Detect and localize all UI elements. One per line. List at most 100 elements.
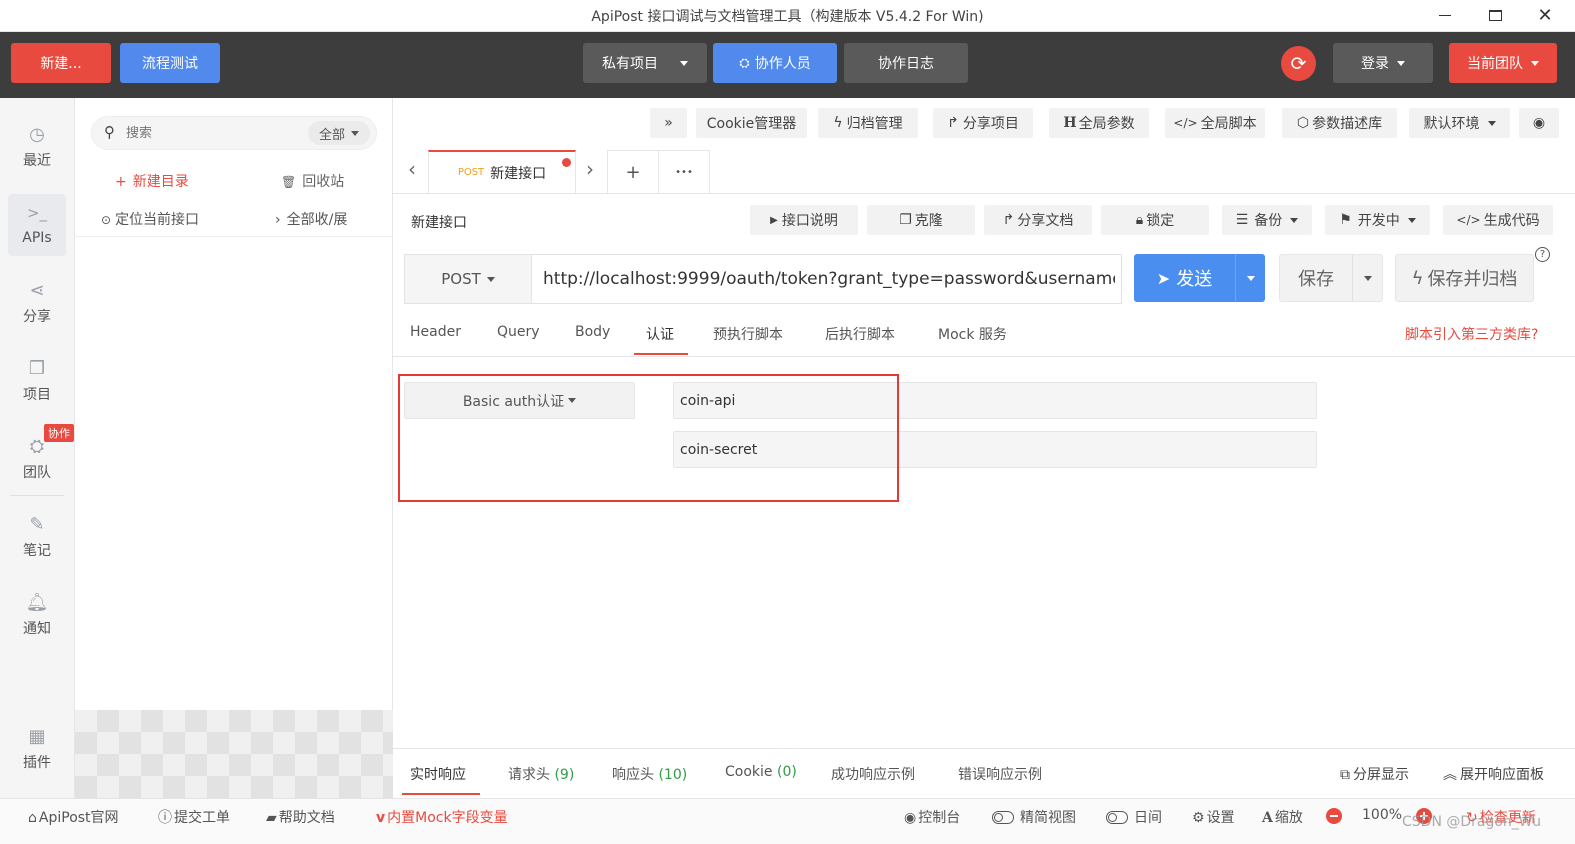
tab-error-example[interactable]: 错误响应示例 bbox=[958, 764, 1042, 784]
flag-icon: ⚑ bbox=[1339, 212, 1352, 228]
global-script-button[interactable]: </> 全局脚本 bbox=[1165, 108, 1265, 138]
status-dropdown[interactable]: ⚑ 开发中 bbox=[1325, 205, 1430, 235]
search-input[interactable] bbox=[126, 123, 296, 143]
tab-header[interactable]: Header bbox=[410, 324, 461, 340]
zoom-out-button[interactable] bbox=[1326, 808, 1342, 824]
backup-dropdown[interactable]: ☰ 备份 bbox=[1222, 205, 1312, 235]
share-arrow-icon: ↱ bbox=[947, 115, 959, 131]
collaborators-button[interactable]: ⛭ 协作人员 bbox=[713, 43, 837, 83]
api-name: 新建接口 bbox=[411, 215, 467, 231]
collapse-all-button[interactable]: › 全部收/展 bbox=[275, 209, 347, 229]
sync-button[interactable]: ⟳ bbox=[1281, 46, 1316, 81]
plus-icon: + bbox=[115, 174, 127, 190]
url-bar: POST bbox=[404, 254, 1122, 304]
tab-body[interactable]: Body bbox=[575, 324, 610, 340]
tab-new-api[interactable]: POST 新建接口 bbox=[428, 150, 576, 193]
tab-request-headers[interactable]: 请求头 (9) bbox=[508, 764, 574, 784]
cookie-manager-button[interactable]: Cookie管理器 bbox=[696, 108, 807, 138]
tab-next-button[interactable]: › bbox=[580, 157, 600, 181]
help-icon[interactable]: ? bbox=[1535, 247, 1550, 262]
trash-icon: 🗑︎ bbox=[281, 175, 297, 189]
tab-prev-button[interactable]: ‹ bbox=[402, 157, 422, 181]
new-button[interactable]: 新建... bbox=[11, 43, 111, 83]
collab-log-button[interactable]: 协作日志 bbox=[844, 43, 968, 83]
add-tab-button[interactable]: + bbox=[607, 150, 659, 193]
nav-plugins[interactable]: ▦ 插件 bbox=[8, 718, 66, 780]
caret-right-icon: ▶ bbox=[770, 214, 778, 226]
tab-response-headers[interactable]: 响应头 (10) bbox=[612, 764, 687, 784]
window-title-bar: ApiPost 接口调试与文档管理工具（构建版本 V5.4.2 For Win)… bbox=[0, 0, 1575, 32]
sync-icon: ⟳ bbox=[1290, 52, 1307, 75]
third-party-lib-link[interactable]: 脚本引入第三方类库? bbox=[1405, 324, 1538, 344]
nav-recent[interactable]: ◷ 最近 bbox=[8, 116, 66, 178]
response-panel-tabs: 实时响应 请求头 (9) 响应头 (10) Cookie (0) 成功响应示例 … bbox=[393, 748, 1575, 796]
active-tab-indicator bbox=[402, 793, 480, 795]
recycle-bin-button[interactable]: 🗑︎ 回收站 bbox=[281, 171, 344, 191]
console-button[interactable]: ◉ 控制台 bbox=[904, 807, 960, 827]
new-dir-button[interactable]: + 新建目录 bbox=[115, 171, 189, 191]
method-dropdown[interactable]: POST bbox=[405, 255, 532, 303]
tab-cookie[interactable]: Cookie (0) bbox=[725, 764, 797, 780]
share-doc-button[interactable]: ↱ 分享文档 bbox=[984, 205, 1092, 235]
lock-button[interactable]: 🔒︎ 锁定 bbox=[1101, 205, 1209, 235]
submit-ticket-link[interactable]: ⓘ 提交工单 bbox=[158, 807, 230, 827]
zoom-label: 缩放 bbox=[1274, 810, 1303, 826]
bell-icon: 🔔︎ bbox=[25, 592, 49, 613]
save-button[interactable]: 保存 bbox=[1280, 255, 1352, 301]
simple-view-toggle[interactable]: 精简视图 bbox=[992, 807, 1076, 827]
tab-realtime-response[interactable]: 实时响应 bbox=[410, 764, 466, 784]
unsaved-dot-icon bbox=[562, 158, 571, 167]
maximize-button[interactable] bbox=[1480, 3, 1510, 27]
chevron-down-icon bbox=[1531, 60, 1539, 66]
nav-notes[interactable]: ✎ 笔记 bbox=[8, 506, 66, 568]
tab-pre-script[interactable]: 预执行脚本 bbox=[713, 324, 783, 344]
grid-icon: ▦ bbox=[28, 726, 46, 747]
tab-query[interactable]: Query bbox=[497, 324, 540, 340]
global-params-button[interactable]: H 全局参数 bbox=[1049, 108, 1149, 138]
help-docs-link[interactable]: ▰ 帮助文档 bbox=[266, 807, 335, 827]
expand-panel-button[interactable]: ︽ 展开响应面板 bbox=[1443, 764, 1544, 784]
share-project-button[interactable]: ↱ 分享项目 bbox=[933, 108, 1033, 138]
tab-more-button[interactable]: ••• bbox=[658, 150, 710, 193]
nav-notify[interactable]: 🔔︎ 通知 bbox=[8, 584, 66, 646]
settings-button[interactable]: ⚙ 设置 bbox=[1192, 807, 1235, 827]
view-toggle-button[interactable]: ◉ bbox=[1519, 108, 1559, 138]
nav-project[interactable]: ❒ 项目 bbox=[8, 350, 66, 412]
param-library-button[interactable]: ⬡ 参数描述库 bbox=[1282, 108, 1397, 138]
minimize-button[interactable] bbox=[1430, 3, 1460, 27]
settings-label: 设置 bbox=[1206, 810, 1235, 826]
mock-vars-link[interactable]: v 内置Mock字段变量 bbox=[376, 807, 508, 827]
split-view-button[interactable]: ⧉ 分屏显示 bbox=[1340, 764, 1409, 784]
book-icon: ▰ bbox=[266, 810, 277, 826]
close-button[interactable]: ✕ bbox=[1530, 3, 1560, 27]
url-input[interactable] bbox=[543, 267, 1115, 291]
flow-test-button[interactable]: 流程测试 bbox=[120, 43, 220, 83]
official-site-link[interactable]: ⌂ ApiPost官网 bbox=[28, 807, 119, 827]
locate-current-button[interactable]: ⊙ 定位当前接口 bbox=[101, 209, 199, 229]
save-options-dropdown[interactable] bbox=[1352, 255, 1382, 301]
nav-apis[interactable]: >_ APIs bbox=[8, 194, 66, 256]
environment-dropdown[interactable]: 默认环境 bbox=[1409, 108, 1510, 138]
expand-toolbar-button[interactable]: » bbox=[650, 108, 687, 138]
generate-code-button[interactable]: </> 生成代码 bbox=[1443, 205, 1553, 235]
send-button[interactable]: ➤ 发送 bbox=[1134, 254, 1235, 302]
clone-button[interactable]: ❐ 克隆 bbox=[867, 205, 975, 235]
share-arrow-icon: ↱ bbox=[1002, 212, 1015, 228]
gear-icon: ⚙ bbox=[1192, 810, 1205, 826]
current-team-dropdown[interactable]: 当前团队 bbox=[1449, 43, 1557, 83]
nav-share[interactable]: ⋖ 分享 bbox=[8, 272, 66, 334]
login-dropdown[interactable]: 登录 bbox=[1333, 43, 1433, 83]
day-night-toggle[interactable]: 日间 bbox=[1106, 807, 1162, 827]
tab-auth[interactable]: 认证 bbox=[646, 324, 674, 344]
lock-icon: 🔒︎ bbox=[1135, 212, 1144, 228]
tab-post-script[interactable]: 后执行脚本 bbox=[825, 324, 895, 344]
search-filter-dropdown[interactable]: 全部 bbox=[308, 121, 370, 145]
private-project-dropdown[interactable]: 私有项目 bbox=[583, 43, 707, 83]
api-desc-button[interactable]: ▶ 接口说明 bbox=[750, 205, 858, 235]
archive-manager-button[interactable]: ϟ 归档管理 bbox=[818, 108, 918, 138]
tab-success-example[interactable]: 成功响应示例 bbox=[831, 764, 915, 784]
save-archive-button[interactable]: ϟ 保存并归档 bbox=[1395, 254, 1534, 302]
tab-mock[interactable]: Mock 服务 bbox=[938, 324, 1007, 344]
active-tab-indicator bbox=[634, 353, 688, 355]
send-options-dropdown[interactable] bbox=[1235, 254, 1265, 302]
